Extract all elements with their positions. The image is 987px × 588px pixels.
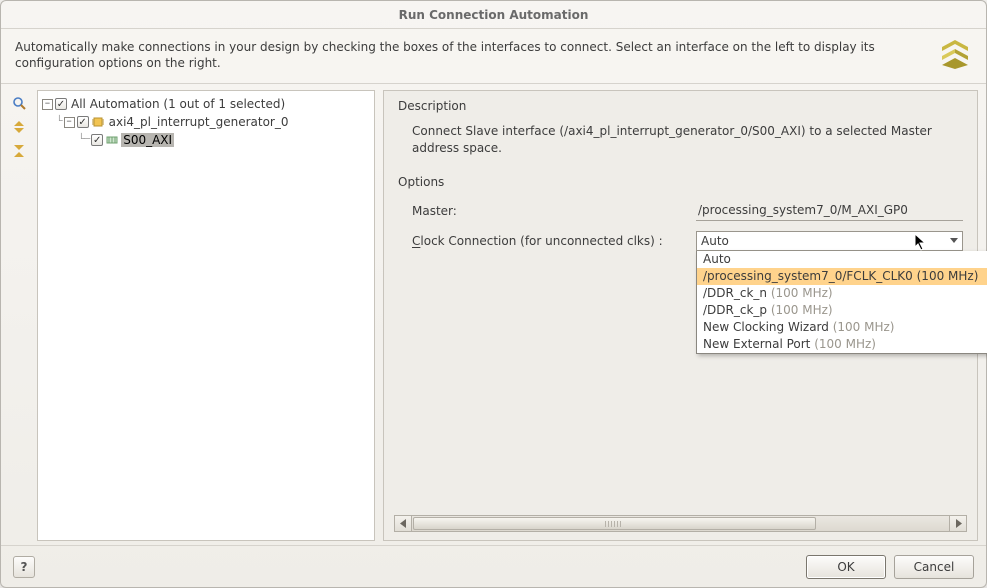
dropdown-item[interactable]: /DDR_ck_p (100 MHz) bbox=[697, 302, 987, 319]
tree-toggle-icon[interactable]: − bbox=[42, 99, 53, 110]
dropdown-item[interactable]: /DDR_ck_n (100 MHz) bbox=[697, 285, 987, 302]
description-text: Connect Slave interface (/axi4_pl_interr… bbox=[384, 121, 977, 167]
master-label: Master: bbox=[412, 204, 692, 218]
tree-label-selected: S00_AXI bbox=[121, 133, 174, 147]
master-value[interactable]: /processing_system7_0/M_AXI_GP0 bbox=[696, 201, 963, 221]
tree-row-interface[interactable]: └─ ✓ S00_AXI bbox=[42, 131, 370, 149]
description-heading: Description bbox=[398, 99, 963, 113]
expand-all-icon[interactable] bbox=[10, 118, 28, 136]
detail-pane: Description Connect Slave interface (/ax… bbox=[383, 90, 978, 541]
options-section: Options bbox=[384, 167, 977, 197]
intro-text: Automatically make connections in your d… bbox=[15, 39, 928, 71]
scroll-right-icon[interactable] bbox=[949, 516, 966, 531]
description-section: Description bbox=[384, 91, 977, 121]
ip-core-icon bbox=[91, 116, 105, 128]
options-grid: Master: /processing_system7_0/M_AXI_GP0 … bbox=[384, 197, 977, 251]
tree-connector-icon: └ bbox=[56, 116, 62, 128]
clock-connection-label: Clock Connection (for unconnected clks) … bbox=[412, 234, 692, 248]
scroll-left-icon[interactable] bbox=[395, 516, 412, 531]
dialog-title: Run Connection Automation bbox=[1, 1, 986, 29]
dialog-footer: ? OK Cancel bbox=[1, 545, 986, 587]
dropdown-item[interactable]: New External Port (100 MHz) bbox=[697, 336, 987, 353]
horizontal-scrollbar[interactable] bbox=[394, 515, 967, 532]
automation-tree: − ✓ All Automation (1 out of 1 selected)… bbox=[42, 95, 370, 149]
combo-field[interactable]: Auto bbox=[696, 231, 963, 251]
tree-checkbox[interactable]: ✓ bbox=[91, 134, 103, 146]
tree-row-root[interactable]: − ✓ All Automation (1 out of 1 selected) bbox=[42, 95, 370, 113]
options-heading: Options bbox=[398, 175, 963, 189]
scroll-track[interactable] bbox=[412, 516, 949, 531]
bus-interface-icon bbox=[105, 134, 119, 146]
clock-connection-combo[interactable]: Auto Auto /processing_system7_0/FCLK_CLK… bbox=[696, 231, 963, 251]
ok-button[interactable]: OK bbox=[806, 555, 886, 579]
scroll-thumb[interactable] bbox=[413, 517, 816, 530]
vendor-logo-icon bbox=[938, 37, 972, 71]
search-icon[interactable] bbox=[10, 94, 28, 112]
intro-bar: Automatically make connections in your d… bbox=[1, 29, 986, 84]
dropdown-item-highlighted[interactable]: /processing_system7_0/FCLK_CLK0 (100 MHz… bbox=[697, 268, 987, 285]
tree-pane[interactable]: − ✓ All Automation (1 out of 1 selected)… bbox=[37, 90, 375, 541]
dropdown-item[interactable]: New Clocking Wizard (100 MHz) bbox=[697, 319, 987, 336]
tree-toggle-icon[interactable]: − bbox=[64, 117, 75, 128]
dropdown-item[interactable]: Auto bbox=[697, 251, 987, 268]
tree-row-ipcore[interactable]: └ − ✓ axi4_pl_interrupt_generator_0 bbox=[42, 113, 370, 131]
help-button[interactable]: ? bbox=[13, 556, 35, 578]
tree-checkbox[interactable]: ✓ bbox=[77, 116, 89, 128]
tree-label: axi4_pl_interrupt_generator_0 bbox=[107, 115, 291, 129]
clock-dropdown[interactable]: Auto /processing_system7_0/FCLK_CLK0 (10… bbox=[696, 251, 987, 354]
collapse-all-icon[interactable] bbox=[10, 142, 28, 160]
combo-value: Auto bbox=[701, 234, 729, 248]
tree-connector-icon: └─ bbox=[78, 134, 89, 146]
tree-checkbox[interactable]: ✓ bbox=[55, 98, 67, 110]
dialog-body: − ✓ All Automation (1 out of 1 selected)… bbox=[1, 84, 986, 545]
cancel-button[interactable]: Cancel bbox=[894, 555, 974, 579]
left-toolbar bbox=[9, 90, 29, 541]
tree-label: All Automation (1 out of 1 selected) bbox=[69, 97, 287, 111]
chevron-down-icon bbox=[950, 238, 958, 243]
dialog-window: Run Connection Automation Automatically … bbox=[0, 0, 987, 588]
